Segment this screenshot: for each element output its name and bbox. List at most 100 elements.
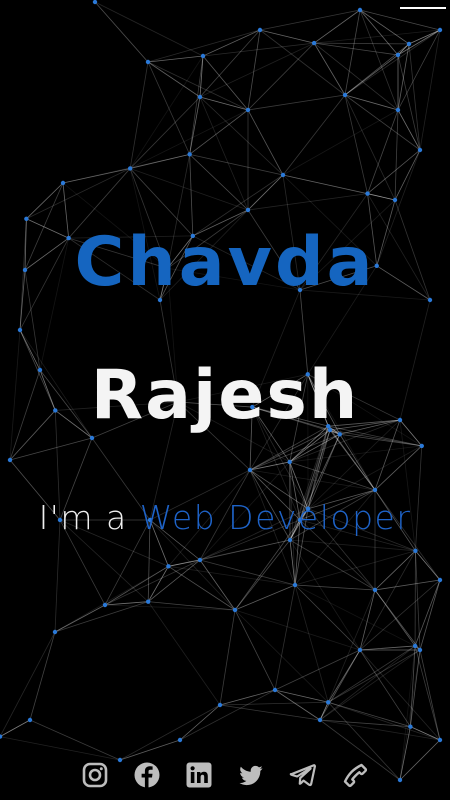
hero-title: Chavda Rajesh: [0, 215, 450, 444]
network-line: [247, 174, 284, 211]
network-line: [394, 149, 421, 201]
network-node: [392, 197, 398, 203]
network-node: [417, 647, 423, 653]
network-line: [129, 55, 204, 169]
network-line: [26, 168, 131, 220]
hamburger-menu-icon: [400, 7, 446, 9]
network-line: [259, 9, 361, 31]
network-node: [406, 41, 412, 47]
network-line: [247, 42, 315, 111]
network-line: [247, 109, 284, 176]
network-line: [294, 584, 329, 703]
instagram-link[interactable]: [80, 760, 110, 790]
network-node: [287, 537, 293, 543]
network-line: [344, 43, 410, 96]
network-node: [357, 7, 363, 13]
network-line: [94, 1, 204, 57]
network-node: [372, 487, 378, 493]
network-line: [247, 94, 346, 111]
network-line: [282, 174, 368, 194]
social-links: [0, 760, 450, 792]
network-line: [219, 689, 276, 706]
network-node: [145, 59, 151, 65]
network-line: [274, 689, 329, 703]
linkedin-link[interactable]: [184, 760, 214, 790]
network-node: [280, 172, 286, 178]
network-node: [437, 737, 443, 743]
network-node: [365, 191, 370, 196]
telegram-link[interactable]: [288, 760, 318, 790]
network-node: [177, 737, 183, 743]
network-line: [410, 726, 441, 741]
network-line: [319, 719, 441, 741]
network-node: [287, 459, 292, 465]
network-node: [27, 717, 33, 723]
linkedin-icon: [186, 762, 212, 788]
network-line: [29, 719, 121, 761]
network-line: [327, 649, 421, 703]
network-line: [394, 109, 399, 201]
tagline-role: Web Developer: [139, 498, 412, 537]
network-node: [217, 702, 223, 708]
network-line: [234, 609, 361, 651]
network-line: [367, 193, 396, 201]
facebook-icon: [134, 762, 160, 788]
network-node: [408, 724, 413, 729]
network-node: [437, 577, 443, 583]
network-line: [294, 584, 416, 647]
twitter-link[interactable]: [236, 760, 266, 790]
network-node: [317, 717, 323, 723]
network-line: [314, 42, 410, 45]
instagram-icon: [82, 762, 108, 788]
network-line: [294, 584, 361, 651]
network-line: [0, 631, 56, 737]
network-node: [60, 180, 66, 186]
network-line: [26, 182, 64, 220]
network-node: [7, 457, 13, 463]
network-node: [245, 207, 251, 213]
network-line: [327, 589, 376, 703]
phone-link[interactable]: [340, 760, 370, 790]
network-line: [344, 94, 421, 151]
network-node: [372, 587, 378, 593]
network-line: [247, 193, 368, 211]
tagline-prefix: I'm a: [38, 498, 140, 537]
network-node: [127, 166, 133, 171]
network-line: [130, 168, 249, 211]
network-node: [325, 700, 331, 705]
network-line: [147, 61, 249, 111]
network-line: [189, 153, 284, 176]
facebook-link[interactable]: [132, 760, 162, 790]
network-line: [147, 55, 204, 63]
network-node: [247, 467, 253, 473]
network-node: [437, 27, 443, 33]
page: Chavda Rajesh I'm a Web Developer: [0, 0, 450, 800]
network-line: [189, 154, 249, 211]
network-line: [397, 54, 421, 151]
network-node: [357, 647, 363, 653]
network-line: [344, 94, 396, 201]
network-line: [202, 42, 315, 57]
network-node: [342, 92, 348, 98]
tagline: I'm a Web Developer: [0, 498, 450, 537]
network-line: [147, 566, 169, 602]
network-line: [344, 29, 441, 96]
network-line: [274, 584, 296, 691]
network-line: [274, 649, 361, 691]
network-node: [419, 443, 424, 449]
network-node: [292, 582, 298, 588]
network-line: [148, 601, 236, 611]
network-line: [419, 29, 441, 151]
network-node: [272, 687, 278, 693]
menu-toggle-button[interactable]: [398, 0, 446, 20]
network-line: [94, 1, 149, 63]
network-line: [419, 649, 441, 741]
network-line: [54, 601, 149, 633]
network-line: [313, 42, 346, 96]
network-line: [179, 689, 276, 741]
network-line: [344, 9, 361, 96]
network-line: [119, 739, 181, 761]
network-line: [168, 565, 236, 611]
network-line: [410, 649, 421, 727]
network-node: [200, 53, 206, 59]
